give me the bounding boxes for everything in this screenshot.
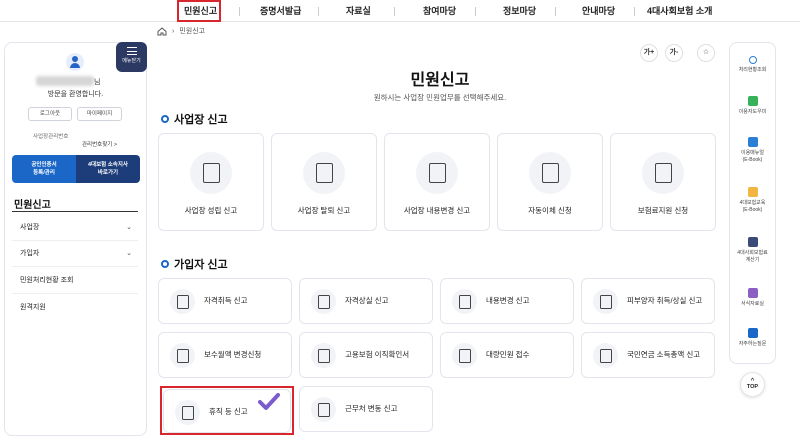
checkmark-icon (258, 393, 280, 410)
welcome-suffix: 님 (94, 79, 101, 86)
nav-participation[interactable]: 참여마당 (423, 4, 456, 17)
left-nav-title: 민원신고 (14, 200, 51, 211)
section-workplace: 사업장 신고 (161, 111, 228, 127)
find-id-link[interactable]: 관리번호찾기 > (82, 140, 117, 148)
search-icon (748, 56, 757, 64)
document-edit-icon (416, 152, 458, 194)
chevron-down-icon: ⌄ (126, 224, 132, 231)
favorite-button[interactable]: ☆ (697, 44, 715, 62)
masked-username (36, 76, 94, 86)
quick-forms[interactable]: 서식자료실 (729, 288, 776, 308)
folder-icon (747, 288, 758, 298)
quick-help[interactable]: 이용자도우미 (729, 96, 776, 116)
left-nav-member[interactable]: 가입자 ⌄ (12, 241, 138, 267)
card-workplace-change[interactable]: 사업장 내용변경 신고 (384, 133, 490, 231)
branch-button[interactable]: 4대보험 소속지사 바로가기 (76, 155, 140, 183)
document-edit-icon (452, 289, 477, 314)
page-title: 민원신고 (410, 72, 470, 89)
card-workplace-establish[interactable]: 사업장 성립 신고 (158, 133, 264, 231)
quick-status-lookup[interactable]: 처리현황조회 (729, 56, 776, 74)
laptop-won-icon (642, 152, 684, 194)
menu-close-button[interactable]: 메뉴닫기 (116, 42, 147, 72)
card-workplace-transfer[interactable]: 근무처 변동 신고 (299, 386, 433, 432)
speech-bubble-icon (747, 328, 758, 338)
chat-icon (747, 96, 758, 106)
top-navigation: 민원신고 증명서발급 자료실 참여마당 정보마당 안내마당 4대사회보험 소개 (0, 0, 800, 22)
card-qualification-acquire[interactable]: 자격취득 신고 (158, 278, 292, 324)
card-qualification-loss[interactable]: 자격상실 신고 (299, 278, 433, 324)
person-swap-icon (593, 289, 618, 314)
clipboard-icon (452, 343, 477, 368)
left-nav-workplace[interactable]: 사업장 ⌄ (12, 215, 138, 241)
monitor-won-icon (593, 343, 618, 368)
quick-education[interactable]: 4대보험교육 (E-Book) (729, 187, 776, 213)
hamburger-icon (126, 47, 137, 55)
breadcrumb-current[interactable]: 민원신고 (179, 26, 205, 36)
nav-insurance-intro[interactable]: 4대사회보험 소개 (647, 4, 712, 17)
chevron-right-icon: › (172, 27, 175, 35)
card-pension-income[interactable]: 국민연금 소득총액 신고 (581, 332, 715, 378)
cert-buttons: 공인인증서 등록/관리 4대보험 소속지사 바로가기 (12, 155, 140, 183)
nav-archive[interactable]: 자료실 (346, 4, 371, 17)
divider (12, 211, 138, 212)
nav-certificate[interactable]: 증명서발급 (260, 4, 301, 17)
home-icon[interactable] (157, 26, 167, 36)
quick-calculator[interactable]: 4대사회보험료 계산기 (729, 237, 776, 263)
quick-manual[interactable]: 이용매뉴얼 (E-Book) (729, 137, 776, 163)
id-label: 사업장관리번호 (33, 134, 69, 140)
breadcrumb: › 민원신고 (157, 26, 205, 36)
calculator-icon (747, 237, 758, 247)
avatar (66, 53, 84, 71)
quick-faq[interactable]: 자주하는질문 (729, 328, 776, 348)
section-bullet-icon (161, 260, 169, 268)
card-dependent[interactable]: 피부양자 취득/상실 신고 (581, 278, 715, 324)
nav-guide[interactable]: 안내마당 (582, 4, 615, 17)
card-employment-confirm[interactable]: 고용보험 이직확인서 (299, 332, 433, 378)
monitor-won-icon (170, 343, 195, 368)
person-document-icon (190, 152, 232, 194)
left-nav-remote[interactable]: 원격지원 (12, 295, 138, 321)
welcome-text: 방문을 환영합니다. (47, 91, 104, 98)
card-auto-transfer[interactable]: 자동이체 신청 (497, 133, 603, 231)
book-icon (747, 187, 758, 197)
page-subtitle: 원하시는 사업장 민원업무를 선택해주세요. (373, 93, 507, 102)
font-decrease-button[interactable]: 가- (665, 44, 683, 62)
card-workplace-withdraw[interactable]: 사업장 탈퇴 신고 (271, 133, 377, 231)
highlight-box-nav (177, 0, 221, 22)
document-check-icon (311, 343, 336, 368)
scroll-top-button[interactable]: ^ TOP (740, 372, 765, 397)
card-bulk-submit[interactable]: 대량민원 접수 (440, 332, 574, 378)
monitor-won-icon (529, 152, 571, 194)
nav-info[interactable]: 정보마당 (503, 4, 536, 17)
document-check-icon (170, 289, 195, 314)
document-exit-icon (311, 289, 336, 314)
cert-manage-button[interactable]: 공인인증서 등록/관리 (12, 155, 76, 183)
mypage-button[interactable]: 마이페이지 (77, 107, 122, 121)
card-salary-change[interactable]: 보수월액 변경신청 (158, 332, 292, 378)
book-icon (747, 137, 758, 147)
document-transfer-icon (311, 397, 336, 422)
chevron-down-icon: ⌄ (126, 250, 132, 257)
logout-button[interactable]: 로그아웃 (28, 107, 72, 121)
section-member: 가입자 신고 (161, 256, 228, 272)
card-info-change[interactable]: 내용변경 신고 (440, 278, 574, 324)
section-bullet-icon (161, 115, 169, 123)
font-increase-button[interactable]: 가+ (640, 44, 658, 62)
left-nav-status[interactable]: 민원처리현황 조회 (12, 268, 138, 294)
card-premium-support[interactable]: 보험료지원 신청 (610, 133, 716, 231)
document-cancel-icon (303, 152, 345, 194)
